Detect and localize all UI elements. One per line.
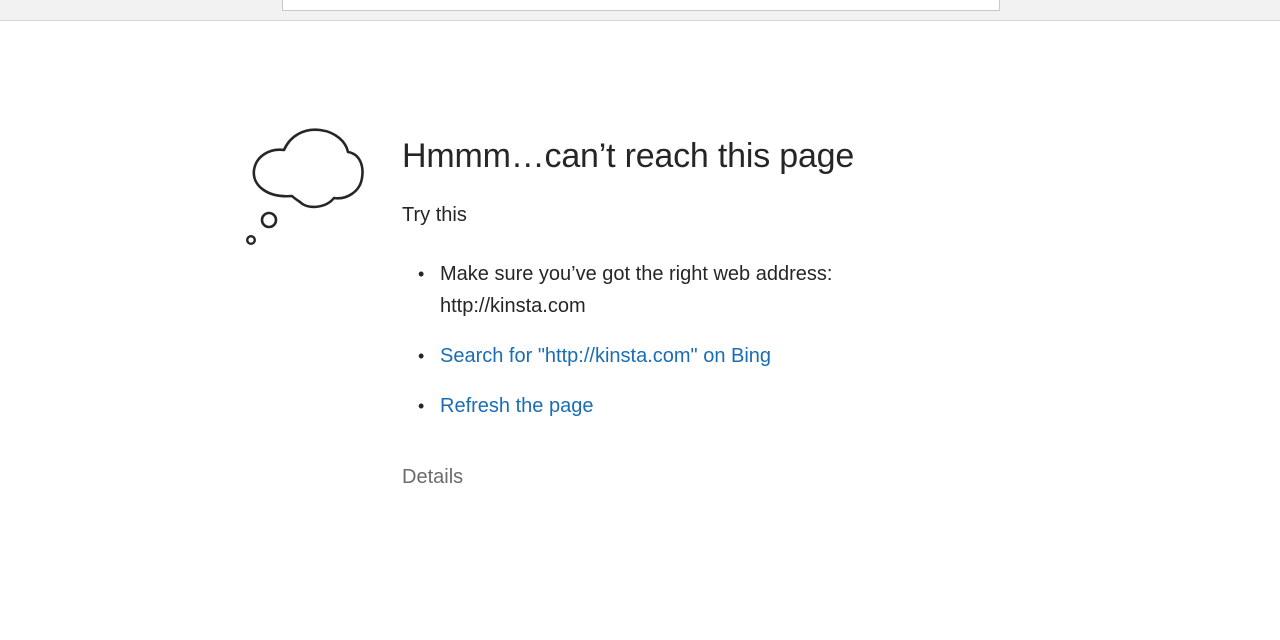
try-this-heading: Try this: [402, 204, 467, 226]
list-item: • Refresh the page: [402, 390, 842, 422]
check-address-text: Make sure you’ve got the right web addre…: [440, 263, 833, 317]
error-content: Hmmm…can’t reach this page Try this • Ma…: [402, 132, 922, 488]
thought-cloud-icon: [245, 128, 364, 245]
bullet: •: [418, 346, 425, 366]
browser-top-strip: [0, 0, 1280, 21]
refresh-page-link[interactable]: Refresh the page: [440, 395, 593, 417]
address-bar[interactable]: [282, 0, 1000, 11]
list-item: • Make sure you’ve got the right web add…: [402, 258, 842, 322]
list-item: • Search for "http://kinsta.com" on Bing: [402, 340, 842, 372]
bullet: •: [418, 264, 425, 284]
details-toggle[interactable]: Details: [402, 464, 463, 490]
suggestion-list: • Make sure you’ve got the right web add…: [402, 258, 842, 422]
page-title: Hmmm…can’t reach this page: [402, 137, 855, 175]
search-bing-link[interactable]: Search for "http://kinsta.com" on Bing: [440, 345, 771, 367]
bullet: •: [418, 396, 425, 416]
